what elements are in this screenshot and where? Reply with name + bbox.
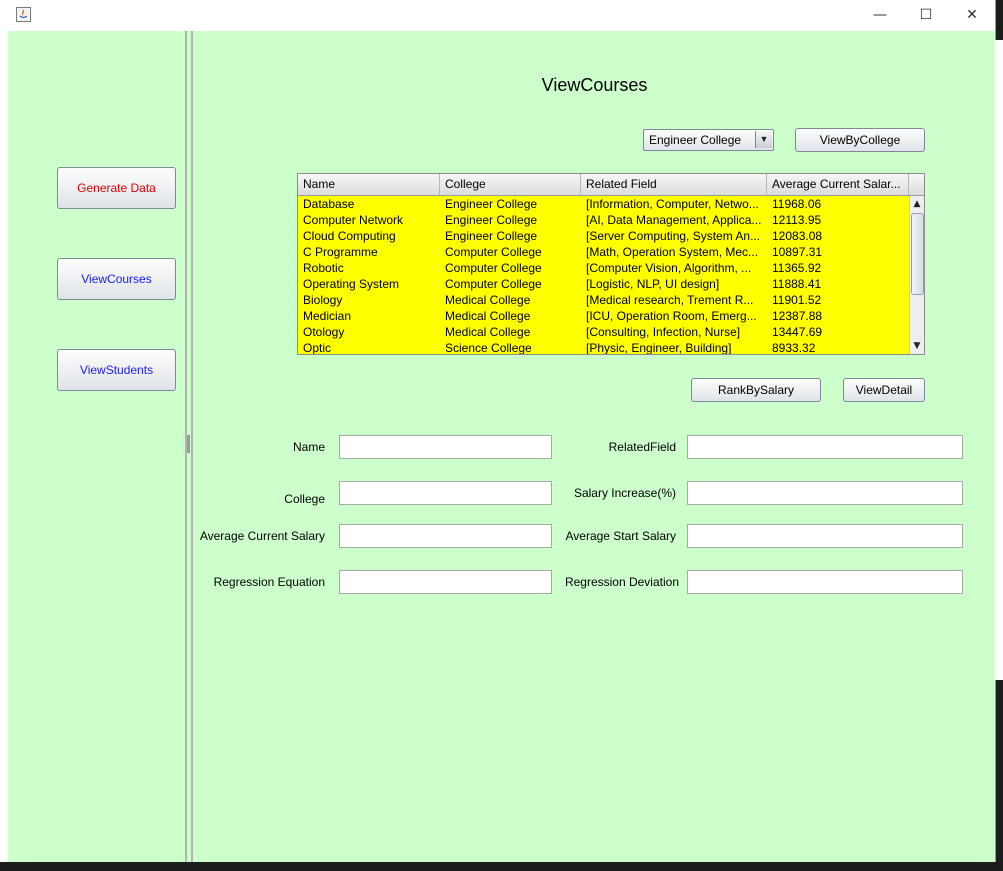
avg-start-salary-field[interactable] bbox=[687, 524, 963, 548]
app-window: — ☐ ✕ Generate Data ViewCourses ViewStud… bbox=[0, 0, 996, 862]
cell-name: C Programme bbox=[303, 245, 378, 259]
cell-avg-salary: 12113.95 bbox=[772, 213, 822, 227]
scroll-up-icon[interactable]: ▲ bbox=[910, 197, 924, 211]
name-label: Name bbox=[292, 440, 325, 454]
cell-college: Medical College bbox=[445, 293, 531, 307]
divider-line bbox=[191, 31, 193, 862]
view-students-nav-button[interactable]: ViewStudents bbox=[57, 349, 176, 391]
cell-avg-salary: 11968.06 bbox=[772, 197, 822, 211]
cell-related-field: [Math, Operation System, Mec... bbox=[586, 245, 759, 259]
related-field-label: RelatedField bbox=[608, 440, 676, 454]
cell-related-field: [Consulting, Infection, Nurse] bbox=[586, 325, 741, 339]
cell-name: Biology bbox=[303, 293, 343, 307]
view-by-college-button[interactable]: ViewByCollege bbox=[795, 128, 925, 152]
cell-name: Optic bbox=[303, 341, 332, 354]
table-row[interactable]: Robotic Computer College [Computer Vision,… bbox=[298, 260, 909, 276]
cell-name: Operating System bbox=[303, 277, 400, 291]
cell-avg-salary: 10897.31 bbox=[772, 245, 823, 259]
table-header: Name College Related Field Average Curre… bbox=[298, 174, 924, 196]
cell-college: Engineer College bbox=[445, 197, 538, 211]
column-header-name[interactable]: Name bbox=[298, 174, 440, 195]
cell-related-field: [ICU, Operation Room, Emerg... bbox=[586, 309, 757, 323]
column-header-avg-salary[interactable]: Average Current Salar... bbox=[767, 174, 909, 195]
chevron-down-icon[interactable]: ▼ bbox=[755, 131, 772, 148]
table-header-corner bbox=[909, 174, 924, 195]
related-field-field[interactable] bbox=[687, 435, 963, 459]
regression-deviation-label: Regression Deviation bbox=[564, 575, 679, 589]
cell-college: Computer College bbox=[445, 245, 542, 259]
split-pane-divider[interactable] bbox=[184, 31, 194, 862]
avg-start-salary-label: Average Start Salary bbox=[565, 529, 676, 543]
name-field[interactable] bbox=[339, 435, 552, 459]
cell-related-field: [Physic, Engineer, Building] bbox=[586, 341, 732, 354]
cell-name: Medician bbox=[303, 309, 352, 323]
main-content: Generate Data ViewCourses ViewStudents V… bbox=[8, 31, 995, 862]
background-edge bbox=[995, 40, 1003, 680]
maximize-button[interactable]: ☐ bbox=[903, 0, 949, 31]
cell-avg-salary: 12387.88 bbox=[772, 309, 823, 323]
avg-current-salary-label: Average Current Salary bbox=[199, 529, 325, 543]
scrollbar-thumb[interactable] bbox=[911, 213, 924, 295]
title-bar: — ☐ ✕ bbox=[0, 0, 995, 31]
cell-name: Database bbox=[303, 197, 355, 211]
cell-college: Computer College bbox=[445, 261, 542, 275]
table-row[interactable]: Database Engineer College [Information, Co… bbox=[298, 196, 909, 212]
salary-increase-label: Salary Increase(%) bbox=[573, 486, 676, 500]
column-header-college[interactable]: College bbox=[440, 174, 581, 195]
divider-grip[interactable] bbox=[187, 435, 190, 453]
table-row[interactable]: Medician Medical College [ICU, Operation R… bbox=[298, 308, 909, 324]
cell-avg-salary: 8933.32 bbox=[772, 341, 816, 354]
regression-deviation-field[interactable] bbox=[687, 570, 963, 594]
column-header-related-field[interactable]: Related Field bbox=[581, 174, 767, 195]
courses-table: Name College Related Field Average Curre… bbox=[297, 173, 925, 355]
regression-equation-field[interactable] bbox=[339, 570, 552, 594]
cell-related-field: [Computer Vision, Algorithm, ... bbox=[586, 261, 752, 275]
table-row[interactable]: Cloud Computing Engineer College [Server C… bbox=[298, 228, 909, 244]
college-label: College bbox=[284, 492, 325, 506]
table-row[interactable]: Computer Network Engineer College [AI, Dat… bbox=[298, 212, 909, 228]
generate-data-button[interactable]: Generate Data bbox=[57, 167, 176, 209]
scroll-down-icon[interactable]: ▼ bbox=[910, 339, 924, 353]
cell-avg-salary: 13447.69 bbox=[772, 325, 823, 339]
cell-avg-salary: 11901.52 bbox=[772, 293, 822, 307]
table-row[interactable]: Optic Science College [Physic, Engineer, B… bbox=[298, 340, 909, 354]
cell-name: Robotic bbox=[303, 261, 344, 275]
minimize-button[interactable]: — bbox=[857, 0, 903, 31]
cell-avg-salary: 11888.41 bbox=[772, 277, 822, 291]
cell-name: Cloud Computing bbox=[303, 229, 396, 243]
cell-related-field: [Information, Computer, Netwo... bbox=[586, 197, 759, 211]
cell-related-field: [AI, Data Management, Applica... bbox=[586, 213, 762, 227]
view-courses-nav-button[interactable]: ViewCourses bbox=[57, 258, 176, 300]
cell-college: Medical College bbox=[445, 309, 531, 323]
cell-college: Engineer College bbox=[445, 213, 538, 227]
view-detail-button[interactable]: ViewDetail bbox=[843, 378, 925, 402]
table-row[interactable]: Operating System Computer College [Logisti… bbox=[298, 276, 909, 292]
table-row[interactable]: Biology Medical College [Medical research,… bbox=[298, 292, 909, 308]
cell-college: Medical College bbox=[445, 325, 531, 339]
regression-equation-label: Regression Equation bbox=[213, 575, 325, 589]
table-row[interactable]: C Programme Computer College [Math, Operat… bbox=[298, 244, 909, 260]
avg-current-salary-field[interactable] bbox=[339, 524, 552, 548]
java-app-icon bbox=[16, 7, 31, 22]
cell-related-field: [Logistic, NLP, UI design] bbox=[586, 277, 720, 291]
college-select-value: Engineer College bbox=[649, 133, 742, 147]
cell-college: Engineer College bbox=[445, 229, 538, 243]
cell-avg-salary: 12083.08 bbox=[772, 229, 823, 243]
rank-by-salary-button[interactable]: RankBySalary bbox=[691, 378, 821, 402]
table-body: Database Engineer College [Information, Co… bbox=[298, 196, 909, 354]
page-title: ViewCourses bbox=[541, 75, 648, 95]
cell-name: Otology bbox=[303, 325, 345, 339]
college-field[interactable] bbox=[339, 481, 552, 505]
college-select[interactable]: Engineer College ▼ bbox=[643, 129, 774, 151]
table-row[interactable]: Otology Medical College [Consulting, Infec… bbox=[298, 324, 909, 340]
cell-college: Computer College bbox=[445, 277, 542, 291]
salary-increase-field[interactable] bbox=[687, 481, 963, 505]
cell-name: Computer Network bbox=[303, 213, 404, 227]
cell-college: Science College bbox=[445, 341, 532, 354]
cell-related-field: [Server Computing, System An... bbox=[586, 229, 761, 243]
cell-related-field: [Medical research, Trement R... bbox=[586, 293, 754, 307]
table-scrollbar[interactable]: ▲ ▼ bbox=[909, 196, 924, 354]
close-button[interactable]: ✕ bbox=[949, 0, 995, 31]
cell-avg-salary: 11365.92 bbox=[772, 261, 822, 275]
